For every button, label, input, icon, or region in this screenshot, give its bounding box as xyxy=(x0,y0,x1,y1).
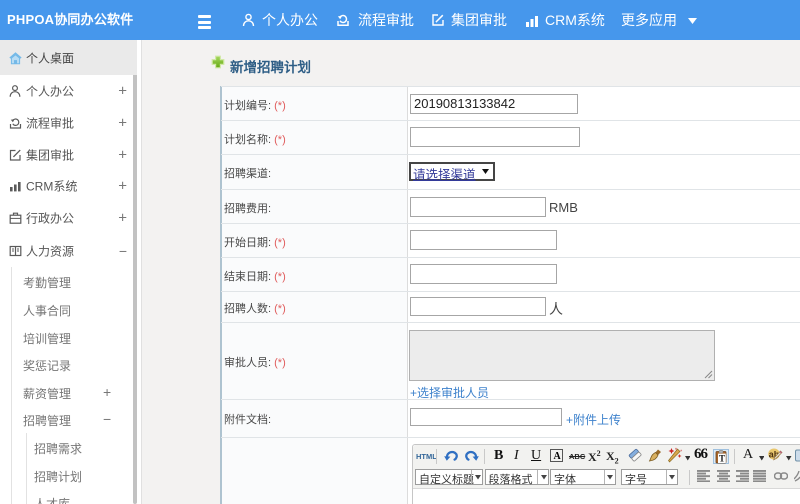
svg-text:T: T xyxy=(719,453,725,463)
